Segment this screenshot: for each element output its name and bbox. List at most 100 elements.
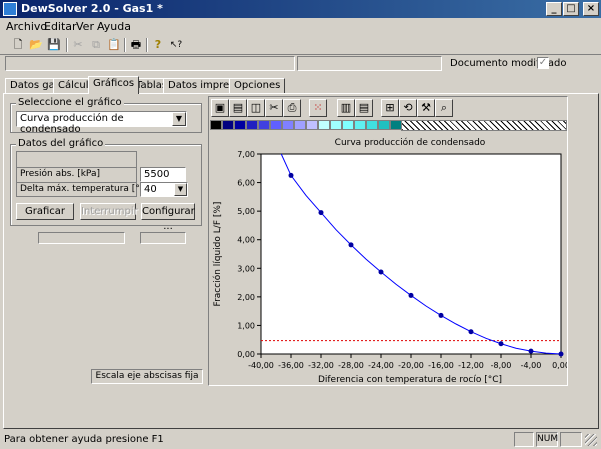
chart-select-dropdown[interactable]: Curva producción de condensado ▼ <box>16 111 187 135</box>
graph-open-icon[interactable]: ▤ <box>229 99 247 117</box>
palette-swatch[interactable] <box>282 120 294 130</box>
graph-grid-horizontal-icon[interactable]: ▤ <box>355 99 373 117</box>
toolbar-separator <box>124 38 126 52</box>
chevron-down-icon[interactable]: ▼ <box>172 112 186 126</box>
y-tick-label: 7,00 <box>237 150 255 159</box>
palette-swatch[interactable] <box>366 120 378 130</box>
chevron-down-icon[interactable]: ▼ <box>174 183 187 196</box>
palette-swatch[interactable] <box>306 120 318 130</box>
data-point <box>318 210 324 216</box>
document-modified-label: Documento modificado <box>450 58 567 69</box>
palette-swatch[interactable] <box>234 120 246 130</box>
graph-save-icon[interactable]: ▣ <box>211 99 229 117</box>
delta-temperature-label: Delta máx. temperatura [°C] <box>20 184 150 194</box>
toolbar-separator <box>66 38 68 52</box>
graph-rotate-icon[interactable]: ⟲ <box>399 99 417 117</box>
palette-swatch[interactable] <box>222 120 234 130</box>
data-point <box>498 341 504 347</box>
new-file-icon[interactable]: 🗋 <box>10 37 26 53</box>
y-tick-label: 4,00 <box>237 236 255 245</box>
plot-area <box>260 153 562 355</box>
minimize-button[interactable]: _ <box>546 2 562 16</box>
status-bar: Para obtener ayuda presione F1 NUM <box>0 431 601 449</box>
graph-cut-icon[interactable]: ✂ <box>265 99 283 117</box>
data-point <box>558 351 564 357</box>
chart-title: Curva producción de condensado <box>335 137 486 148</box>
configure-button[interactable]: Configurar ... <box>141 203 195 232</box>
paste-icon[interactable]: 📋 <box>106 37 122 53</box>
palette-swatch[interactable] <box>258 120 270 130</box>
info-field-right <box>297 56 442 71</box>
tab-graficos[interactable]: Gráficos <box>88 76 140 94</box>
fixed-axis-scale-toggle[interactable]: Escala eje abscisas fija <box>91 369 203 384</box>
title-bar: DewSolver 2.0 - Gas1 * _ □ × <box>0 0 601 18</box>
menu-archivo[interactable]: Archivo <box>6 20 47 33</box>
palette-swatch[interactable] <box>246 120 258 130</box>
graph-zoom-area-icon[interactable]: ⊞ <box>381 99 399 117</box>
graph-grid-vertical-icon[interactable]: ▥ <box>337 99 355 117</box>
palette-swatch[interactable] <box>330 120 342 130</box>
data-point <box>438 312 444 318</box>
menu-ver[interactable]: Ver <box>76 20 94 33</box>
context-help-icon[interactable]: ↖? <box>168 37 184 53</box>
delta-temperature-select[interactable]: 40 ▼ <box>140 182 188 197</box>
y-tick-label: 2,00 <box>237 293 255 302</box>
pressure-input[interactable]: 5500 <box>140 167 186 182</box>
graph-print-icon[interactable]: ⎙ <box>283 99 301 117</box>
interrupt-button[interactable]: Interrumpir <box>80 203 138 220</box>
graph-pattern-palette[interactable] <box>401 120 567 131</box>
chart-select-group-label: Seleccione el gráfico <box>16 97 124 108</box>
data-point <box>468 329 474 335</box>
x-tick-label: 0,00 <box>552 361 567 370</box>
delta-temperature-value: 40 <box>144 184 157 195</box>
status-panel-caps <box>514 432 534 447</box>
y-tick-label: 5,00 <box>237 207 255 216</box>
data-point <box>408 292 414 298</box>
y-tick-label: 1,00 <box>237 321 255 330</box>
pressure-label: Presión abs. [kPa] <box>20 169 100 179</box>
palette-swatch[interactable] <box>318 120 330 130</box>
menu-ayuda[interactable]: Ayuda <box>97 20 131 33</box>
y-tick-label: 3,00 <box>237 264 255 273</box>
palette-swatch[interactable] <box>354 120 366 130</box>
resize-grip-icon[interactable] <box>585 434 597 446</box>
graph-tools-icon[interactable]: ⚒ <box>417 99 435 117</box>
close-button[interactable]: × <box>583 2 599 16</box>
maximize-button[interactable]: □ <box>563 2 579 16</box>
graph-points-icon[interactable]: ⁙ <box>309 99 327 117</box>
palette-swatch[interactable] <box>294 120 306 130</box>
app-icon <box>3 2 17 16</box>
menu-editar[interactable]: Editar <box>44 20 77 33</box>
open-folder-icon[interactable]: 📂 <box>28 37 44 53</box>
status-panel-num: NUM <box>536 432 558 447</box>
cut-icon[interactable]: ✂ <box>70 37 86 53</box>
x-tick-label: -24,00 <box>368 361 394 370</box>
status-panel-scroll <box>560 432 582 447</box>
palette-swatch[interactable] <box>342 120 354 130</box>
y-tick-label: 0,00 <box>237 350 255 359</box>
chart-params-group-label: Datos del gráfico <box>16 138 106 149</box>
progress-field <box>38 232 125 244</box>
palette-swatch[interactable] <box>210 120 222 130</box>
status-help-text: Para obtener ayuda presione F1 <box>4 434 164 445</box>
graph-zoom-icon[interactable]: ⌕ <box>435 99 453 117</box>
data-point <box>288 172 294 178</box>
palette-swatch[interactable] <box>378 120 390 130</box>
condensate-chart: Curva producción de condensado Diferenci… <box>209 133 567 385</box>
x-tick-label: -4,00 <box>521 361 542 370</box>
copy-icon[interactable]: ⧉ <box>88 37 104 53</box>
plot-button[interactable]: Graficar <box>16 203 74 220</box>
save-icon[interactable]: 💾 <box>46 37 62 53</box>
y-axis-label: Fracción líquido L/F [%] <box>212 202 223 307</box>
graph-copy-icon[interactable]: ◫ <box>247 99 265 117</box>
data-point <box>378 269 384 275</box>
print-icon[interactable]: 🖶 <box>128 37 144 53</box>
tab-opciones[interactable]: Opciones <box>229 78 286 93</box>
palette-swatch[interactable] <box>270 120 282 130</box>
x-tick-label: -12,00 <box>458 361 484 370</box>
main-toolbar: 🗋 📂 💾 ✂ ⧉ 📋 🖶 ? ↖? <box>0 35 601 55</box>
x-tick-label: -16,00 <box>428 361 454 370</box>
document-modified-checkbox[interactable]: ✓ <box>537 57 549 69</box>
help-icon[interactable]: ? <box>150 37 166 53</box>
x-tick-label: -40,00 <box>248 361 274 370</box>
